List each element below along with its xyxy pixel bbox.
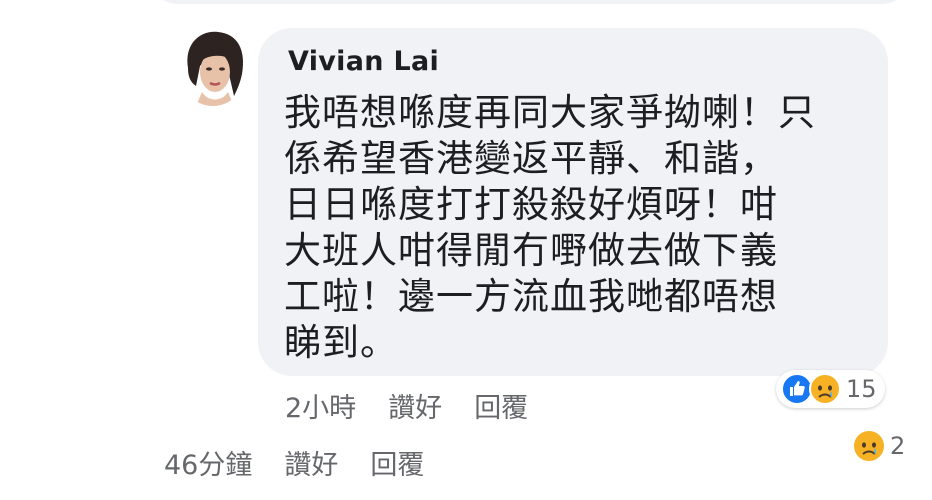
reply-like-button[interactable]: 讚好 [388, 386, 442, 425]
reply-reply-button[interactable]: 回覆 [474, 386, 528, 425]
parent-reaction-summary[interactable]: 2 [848, 427, 913, 465]
parent-timestamp[interactable]: 46分鐘 [164, 443, 252, 482]
comment-text: 我唔想喺度再同大家爭拗喇！只 係希望香港變返平靜、和諧， 日日喺度打打殺殺好煩呀… [284, 91, 816, 364]
reply-reaction-count: 15 [846, 375, 877, 403]
parent-reaction-count: 2 [890, 432, 906, 460]
parent-like-button[interactable]: 讚好 [284, 443, 338, 482]
sad-face-icon [809, 373, 841, 405]
avatar-image [187, 31, 243, 106]
reply-timestamp[interactable]: 2小時 [285, 386, 356, 425]
comment-author[interactable]: Vivian Lai [288, 46, 439, 77]
previous-comment-bubble-edge [150, 0, 910, 4]
comment-bubble: Vivian Lai 我唔想喺度再同大家爭拗喇！只 係希望香港變返平靜、和諧， … [258, 28, 888, 376]
parent-action-row: 46分鐘 讚好 回覆 [164, 443, 456, 482]
avatar[interactable] [178, 26, 248, 106]
reply-action-row: 2小時 讚好 回覆 [285, 386, 560, 425]
sad-face-icon [854, 431, 884, 461]
reply-reaction-summary[interactable]: 15 [776, 370, 885, 408]
parent-reply-button[interactable]: 回覆 [370, 443, 424, 482]
